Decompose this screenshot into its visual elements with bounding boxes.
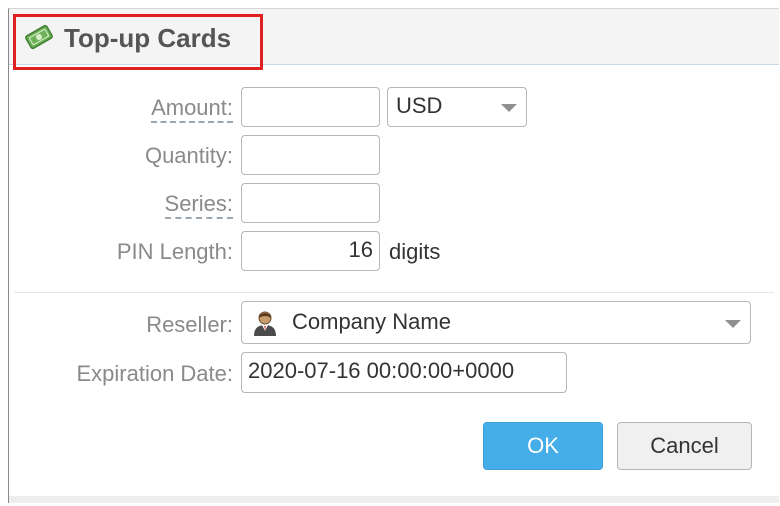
series-label: Series:: [164, 191, 233, 219]
reseller-select[interactable]: Company Name: [241, 301, 751, 344]
ok-button[interactable]: OK: [483, 422, 603, 470]
form-separator: [14, 292, 774, 293]
chevron-down-icon: [501, 104, 517, 112]
amount-input[interactable]: [241, 87, 380, 127]
reseller-label: Reseller:: [146, 312, 233, 337]
chevron-down-icon: [725, 320, 741, 328]
expiration-date-label: Expiration Date:: [76, 361, 233, 386]
amount-label: Amount:: [151, 95, 233, 123]
series-input[interactable]: [241, 183, 380, 223]
expiration-date-input[interactable]: 2020-07-16 00:00:00+0000: [241, 352, 567, 393]
reseller-value: Company Name: [292, 309, 451, 334]
dialog-footer: [9, 496, 779, 503]
cancel-button[interactable]: Cancel: [617, 422, 752, 470]
currency-select[interactable]: USD: [387, 87, 527, 127]
quantity-label: Quantity:: [144, 143, 233, 168]
currency-value: USD: [396, 93, 443, 118]
top-up-cards-dialog: Top-up Cards Amount: USD Quantity: Serie…: [8, 8, 779, 503]
pin-length-unit: digits: [389, 239, 441, 264]
pin-length-input[interactable]: 16: [241, 231, 380, 271]
user-icon: [252, 310, 278, 343]
pin-length-label: PIN Length:: [116, 239, 233, 264]
quantity-input[interactable]: [241, 135, 380, 175]
title-highlight-box: [13, 14, 263, 70]
